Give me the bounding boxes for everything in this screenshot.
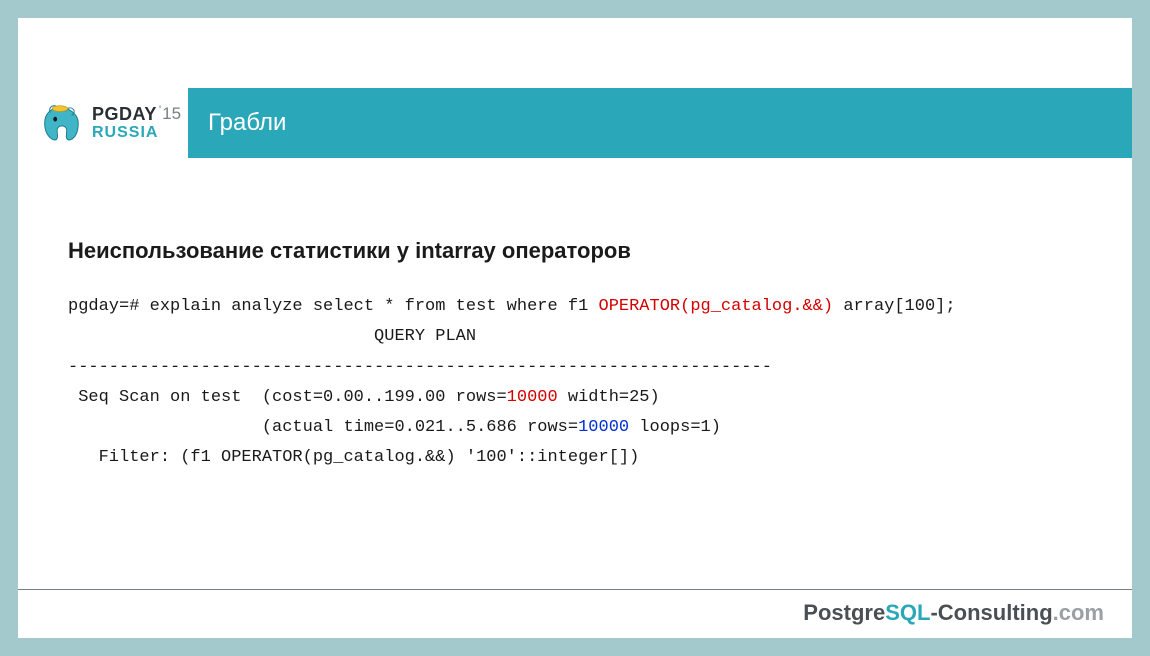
code-line-3: ----------------------------------------… [68,358,772,377]
elephant-icon [36,99,84,147]
code-line-5a: (actual time=0.021..5.686 rows= [68,418,578,437]
footer-sql: SQL [885,600,930,625]
code-line-2: QUERY PLAN [68,327,476,346]
slide-title: Грабли [188,88,1132,158]
code-line-6: Filter: (f1 OPERATOR(pg_catalog.&&) '100… [68,448,639,467]
code-line-4a: Seq Scan on test (cost=0.00..199.00 rows… [68,388,507,407]
logo-pgday: PGDAY [92,105,157,123]
code-operator-highlight: OPERATOR(pg_catalog.&&) [599,297,834,316]
code-line-4c: width=25) [558,388,660,407]
footer-com: .com [1053,600,1104,625]
footer-postgre: Postgre [803,600,885,625]
code-block: pgday=# explain analyze select * from te… [68,292,1082,474]
logo-text: PGDAY ' 15 RUSSIA [92,105,181,141]
logo-apostrophe: ' [159,104,161,116]
section-heading: Неиспользование статистики у intarray оп… [68,238,1082,264]
logo-russia: RUSSIA [92,125,181,141]
code-rows-est: 10000 [507,388,558,407]
code-line-1a: pgday=# explain analyze select * from te… [68,297,599,316]
footer-consulting: -Consulting [930,600,1052,625]
code-line-5c: loops=1) [629,418,721,437]
code-line-1c: array[100]; [833,297,955,316]
slide: PGDAY ' 15 RUSSIA Грабли Неиспользование… [18,18,1132,638]
logo-year: 15 [162,105,181,122]
content: Неиспользование статистики у intarray оп… [18,158,1132,638]
footer: PostgreSQL-Consulting.com [18,589,1132,638]
logo-block: PGDAY ' 15 RUSSIA [18,88,188,158]
header: PGDAY ' 15 RUSSIA Грабли [18,88,1132,158]
code-rows-actual: 10000 [578,418,629,437]
